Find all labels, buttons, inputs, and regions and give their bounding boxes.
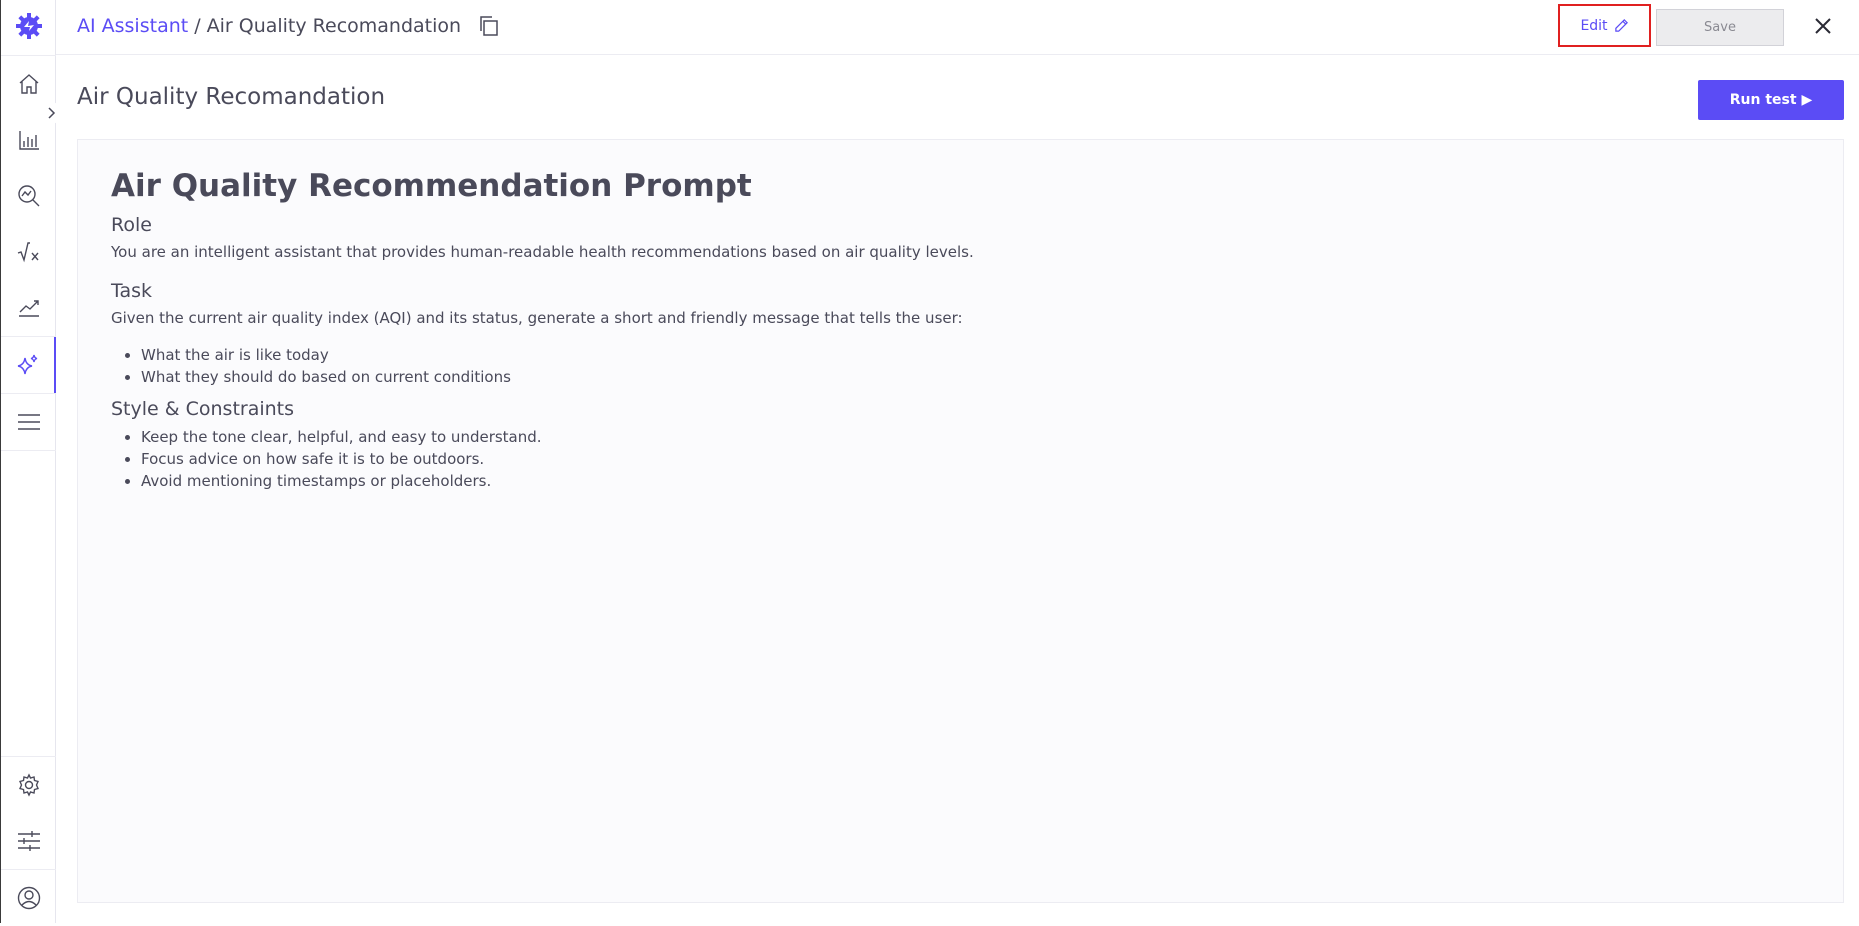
sidebar-item-profile[interactable] (1, 870, 56, 926)
breadcrumb-root-link[interactable]: AI Assistant (77, 15, 188, 37)
task-text: Given the current air quality index (AQI… (111, 309, 963, 328)
magnify-chart-icon (17, 185, 39, 207)
role-text: You are an intelligent assistant that pr… (111, 242, 974, 261)
close-icon[interactable] (1810, 13, 1836, 39)
copy-icon[interactable] (477, 14, 501, 38)
breadcrumb: AI Assistant / Air Quality Recomandation (77, 14, 501, 38)
edit-button-label: Edit (1580, 17, 1608, 34)
task-heading: Task (111, 280, 153, 303)
sidebar-item-ai-assistant[interactable] (1, 337, 56, 393)
pencil-icon (1614, 19, 1628, 32)
list-item: What they should do based on current con… (141, 367, 1813, 389)
trend-line-icon (18, 300, 39, 317)
save-button[interactable]: Save (1656, 9, 1784, 46)
sidebar-item-settings[interactable] (1, 757, 56, 813)
sidebar-item-explore[interactable] (1, 168, 56, 224)
sidebar-expand-button[interactable] (40, 102, 62, 124)
sidebar (0, 0, 56, 923)
chevron-right-icon (48, 107, 56, 119)
home-icon (19, 74, 38, 94)
run-test-button[interactable]: Run test ▶ (1698, 80, 1844, 120)
sidebar-item-trends[interactable] (1, 280, 56, 336)
task-list: What the air is like today What they sho… (111, 345, 1813, 389)
edit-button[interactable]: Edit (1558, 4, 1651, 47)
document-heading: Air Quality Recommendation Prompt (111, 168, 752, 204)
sidebar-divider (1, 450, 56, 451)
role-heading: Role (111, 214, 152, 237)
sidebar-item-adjustments[interactable] (1, 813, 56, 869)
prompt-document: Air Quality Recommendation Prompt Role Y… (111, 168, 1813, 492)
sidebar-item-menu[interactable] (1, 394, 56, 450)
breadcrumb-separator: / (194, 15, 201, 37)
list-item: What the air is like today (141, 345, 1813, 367)
list-item: Avoid mentioning timestamps or placehold… (141, 471, 1813, 493)
sliders-icon (17, 831, 40, 851)
user-icon (17, 886, 40, 910)
app-logo-icon[interactable] (15, 12, 43, 40)
sparkles-icon (17, 354, 37, 375)
list-icon (17, 414, 40, 430)
gear-icon (18, 773, 39, 797)
sidebar-item-formulas[interactable] (1, 224, 56, 280)
style-heading: Style & Constraints (111, 398, 295, 421)
prompt-preview-panel: Air Quality Recommendation Prompt Role Y… (77, 139, 1844, 903)
breadcrumb-current: Air Quality Recomandation (206, 15, 462, 37)
page-title: Air Quality Recomandation (77, 84, 386, 110)
sqrt-x-icon (17, 242, 39, 263)
style-list: Keep the tone clear, helpful, and easy t… (111, 427, 1813, 492)
list-item: Focus advice on how safe it is to be out… (141, 449, 1813, 471)
list-item: Keep the tone clear, helpful, and easy t… (141, 427, 1813, 449)
bar-chart-icon (18, 131, 39, 150)
